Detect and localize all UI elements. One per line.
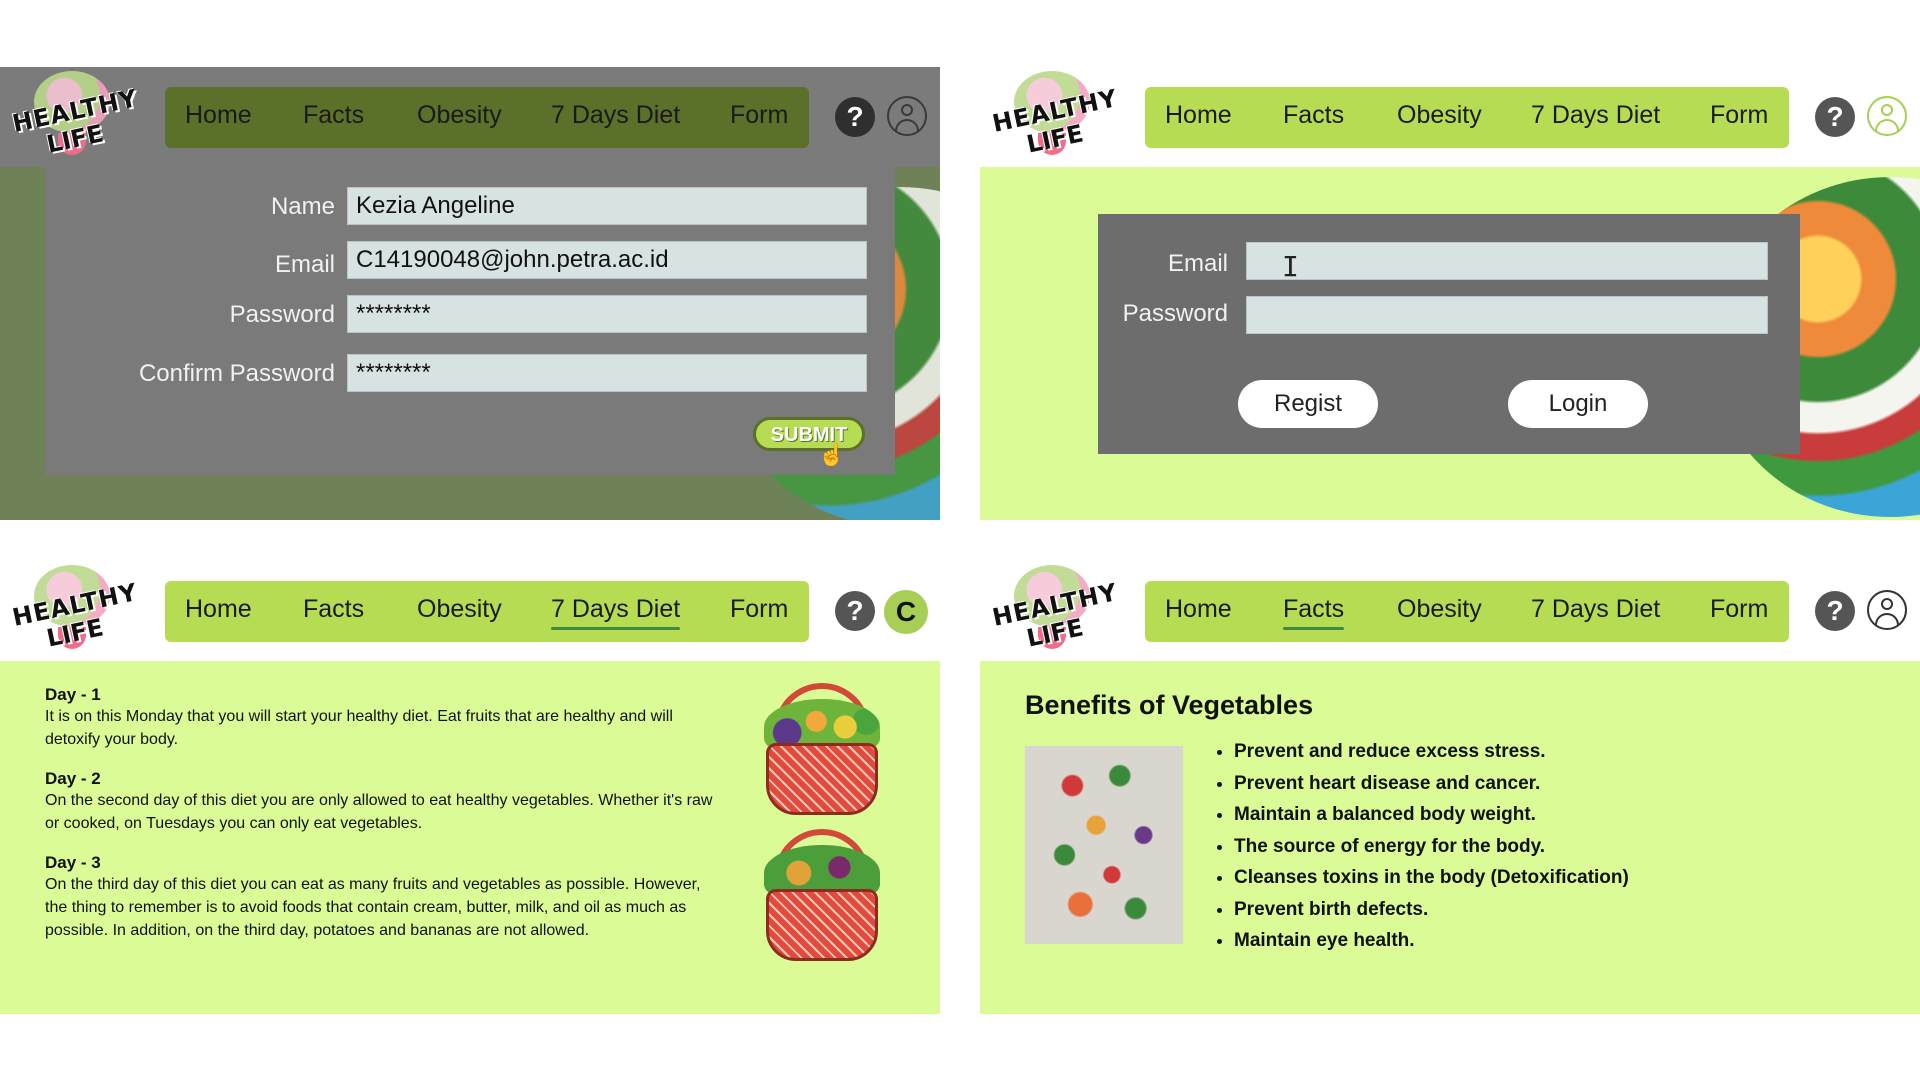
nav-obesity[interactable]: Obesity (1397, 101, 1482, 130)
help-icon[interactable]: ? (1815, 97, 1855, 137)
basket-bowl-art (766, 743, 878, 815)
list-item: Prevent heart disease and cancer. (1234, 768, 1629, 800)
healthy-life-logo[interactable]: HEALTHY LIFE (986, 71, 1124, 167)
name-row: Name (45, 187, 895, 227)
list-item: Prevent birth defects. (1234, 894, 1629, 926)
nav-7-days-diet[interactable]: 7 Days Diet (551, 595, 681, 630)
list-item: Maintain a balanced body weight. (1234, 799, 1629, 831)
nav-form[interactable]: Form (730, 595, 788, 624)
list-item: Cleanses toxins in the body (Detoxificat… (1234, 862, 1629, 894)
password-label: Password (229, 301, 335, 328)
day-2-title: Day - 2 (45, 769, 101, 788)
list-item: The source of energy for the body. (1234, 831, 1629, 863)
name-label: Name (270, 193, 335, 220)
user-body-shape (1875, 613, 1899, 625)
nav-7-days-diet[interactable]: 7 Days Diet (1531, 595, 1660, 624)
submit-button[interactable]: SUBMIT (753, 417, 865, 451)
password-input[interactable] (347, 295, 867, 333)
user-head-shape (1881, 598, 1893, 610)
nav-7-days-diet[interactable]: 7 Days Diet (1531, 101, 1660, 130)
main-nav: Home Facts Obesity 7 Days Diet Form (1145, 581, 1789, 642)
password-label: Password (1122, 300, 1228, 327)
nav-facts[interactable]: Facts (303, 101, 364, 130)
user-head-shape (901, 104, 913, 116)
nav-obesity[interactable]: Obesity (417, 595, 502, 624)
day-3-title: Day - 3 (45, 853, 101, 872)
day-1-title: Day - 1 (45, 685, 101, 704)
healthy-life-logo[interactable]: HEALTHY LIFE (6, 565, 144, 661)
confirm-password-input[interactable] (347, 354, 867, 392)
nav-home[interactable]: Home (185, 101, 252, 130)
facts-screen: HEALTHY LIFE Home Facts Obesity 7 Days D… (980, 561, 1920, 1014)
confirm-password-row: Confirm Password (45, 354, 895, 394)
nav-facts[interactable]: Facts (1283, 595, 1345, 630)
user-avatar[interactable]: C (884, 590, 928, 634)
diet-content: Day - 1 It is on this Monday that you wi… (45, 685, 725, 960)
user-body-shape (895, 119, 919, 131)
email-input[interactable] (347, 241, 867, 279)
vegetable-basket-image (752, 829, 892, 967)
user-head-shape (1881, 104, 1893, 116)
text-cursor-icon: I (1282, 250, 1299, 283)
healthy-life-logo[interactable]: HEALTHY LIFE (6, 71, 144, 167)
user-body-shape (1875, 119, 1899, 131)
email-label: Email (1167, 250, 1228, 277)
user-icon[interactable] (887, 96, 927, 136)
email-row: Email (45, 241, 895, 281)
login-screen: HEALTHY LIFE Home Facts Obesity 7 Days D… (980, 67, 1920, 520)
nav-form[interactable]: Form (1710, 595, 1768, 624)
nav-facts[interactable]: Facts (1283, 101, 1344, 130)
day-2-text: On the second day of this diet you are o… (45, 792, 713, 832)
name-input[interactable] (347, 187, 867, 225)
register-form: Name Email Password Confirm Password SUB… (45, 155, 895, 475)
user-icon[interactable] (1867, 96, 1907, 136)
nav-7-days-diet[interactable]: 7 Days Diet (551, 101, 680, 130)
nav-obesity[interactable]: Obesity (1397, 595, 1482, 624)
email-input[interactable] (1246, 242, 1768, 280)
nav-form[interactable]: Form (730, 101, 788, 130)
main-nav: Home Facts Obesity 7 Days Diet Form (165, 581, 809, 642)
user-icon[interactable] (1867, 590, 1907, 630)
help-icon[interactable]: ? (835, 97, 875, 137)
basket-bowl-art (766, 889, 878, 961)
list-item: Maintain eye health. (1234, 925, 1629, 957)
vegetables-photo (1025, 746, 1183, 944)
email-label: Email (274, 251, 335, 278)
register-screen: HEALTHY LIFE Home Facts Obesity 7 Days D… (0, 67, 940, 520)
facts-title: Benefits of Vegetables (1025, 690, 1314, 720)
nav-home[interactable]: Home (1165, 101, 1232, 130)
confirm-password-label: Confirm Password (138, 360, 335, 387)
nav-obesity[interactable]: Obesity (417, 101, 502, 130)
regist-button[interactable]: Regist (1238, 380, 1378, 428)
nav-home[interactable]: Home (1165, 595, 1232, 624)
main-nav: Home Facts Obesity 7 Days Diet Form (165, 87, 809, 148)
help-icon[interactable]: ? (835, 591, 875, 631)
help-icon[interactable]: ? (1815, 591, 1855, 631)
password-row: Password (45, 295, 895, 335)
list-item: Prevent and reduce excess stress. (1234, 736, 1629, 768)
fruit-basket-image (752, 683, 892, 821)
password-input[interactable] (1246, 296, 1768, 334)
pointer-hand-icon: ☝ (818, 442, 846, 467)
diet-screen: HEALTHY LIFE Home Facts Obesity 7 Days D… (0, 561, 940, 1014)
login-button[interactable]: Login (1508, 380, 1648, 428)
nav-form[interactable]: Form (1710, 101, 1768, 130)
healthy-life-logo[interactable]: HEALTHY LIFE (986, 565, 1124, 661)
nav-facts[interactable]: Facts (303, 595, 364, 624)
login-form: Email I Password Regist Login (1098, 214, 1800, 454)
nav-home[interactable]: Home (185, 595, 252, 624)
day-1-text: It is on this Monday that you will start… (45, 708, 673, 748)
main-nav: Home Facts Obesity 7 Days Diet Form (1145, 87, 1789, 148)
benefits-list: Prevent and reduce excess stress. Preven… (1212, 736, 1629, 957)
day-3-text: On the third day of this diet you can ea… (45, 876, 701, 939)
